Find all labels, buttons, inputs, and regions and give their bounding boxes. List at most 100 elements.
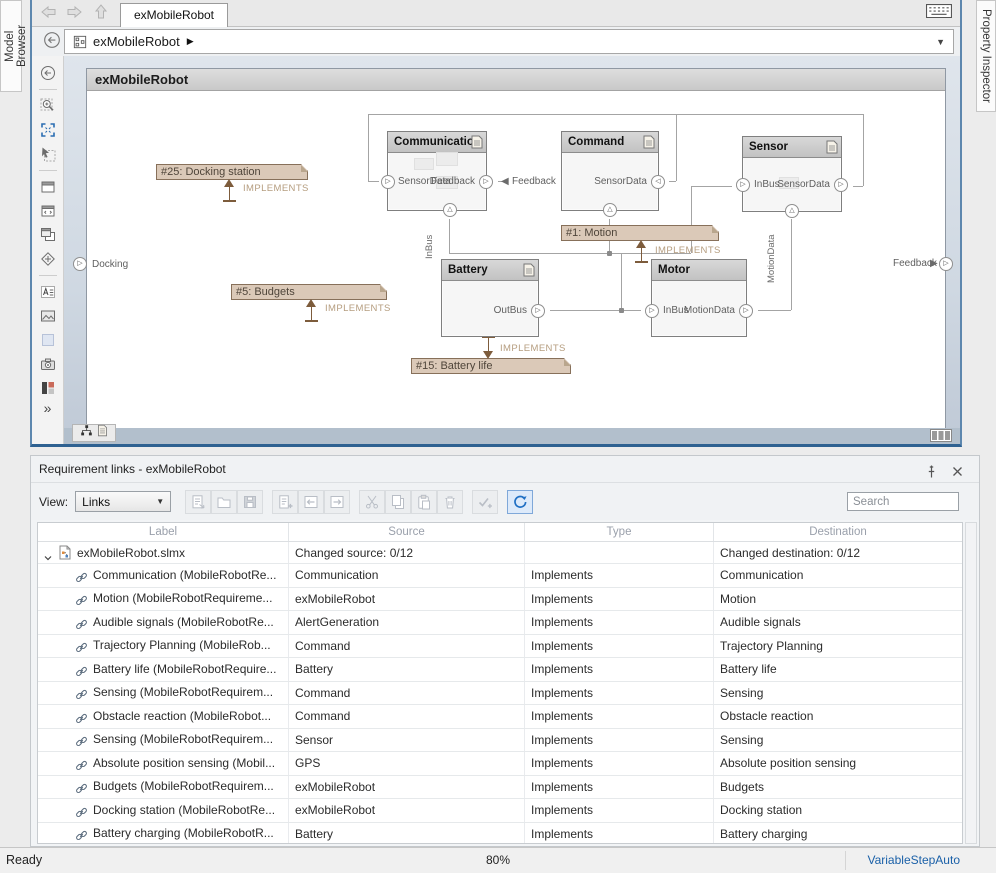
in-port-icon[interactable]: ▷ bbox=[736, 178, 750, 192]
view-switch-tab[interactable] bbox=[72, 424, 116, 442]
column-header[interactable]: Label bbox=[38, 523, 289, 541]
link-row[interactable]: Battery charging (MobileRobotR... Batter… bbox=[38, 822, 962, 843]
palette-copy-block-icon[interactable] bbox=[37, 225, 59, 244]
bus-port-icon[interactable]: △ bbox=[603, 203, 617, 217]
column-header[interactable]: Destination bbox=[714, 523, 962, 541]
requirement-annotation[interactable]: #15: Battery life bbox=[411, 358, 571, 374]
link-row[interactable]: Obstacle reaction (MobileRobot... Comman… bbox=[38, 705, 962, 729]
palette-zoom-region-icon[interactable] bbox=[37, 96, 59, 115]
in-port-icon[interactable]: ◁ bbox=[651, 175, 665, 189]
palette-palette-blocks-icon[interactable] bbox=[37, 379, 59, 398]
link-row[interactable]: Trajectory Planning (MobileRob... Comman… bbox=[38, 634, 962, 658]
in-port-icon[interactable]: ▷ bbox=[645, 304, 659, 318]
new-link-set-button[interactable] bbox=[185, 489, 212, 514]
search-input[interactable] bbox=[847, 492, 959, 511]
link-row[interactable]: Sensing (MobileRobotRequirem... Command … bbox=[38, 681, 962, 705]
hierarchy-view-icon[interactable] bbox=[80, 424, 93, 442]
out-port-icon[interactable]: ▷ bbox=[739, 304, 753, 318]
link-label: Communication (MobileRobotRe... bbox=[93, 567, 277, 582]
out-port-icon[interactable]: ▷ bbox=[479, 175, 493, 189]
boundary-in-port-icon[interactable]: ▷ bbox=[73, 257, 87, 271]
document-tab[interactable]: exMobileRobot bbox=[120, 3, 228, 27]
requirement-annotation[interactable]: #5: Budgets bbox=[231, 284, 387, 300]
palette-annotation-text-icon[interactable] bbox=[37, 282, 59, 301]
link-row[interactable]: Battery life (MobileRobotRequire... Batt… bbox=[38, 658, 962, 682]
forward-icon[interactable] bbox=[65, 5, 85, 21]
delete-button[interactable] bbox=[437, 489, 464, 514]
link-type: Implements bbox=[525, 658, 714, 681]
palette-image-icon[interactable] bbox=[37, 306, 59, 325]
palette-code-block-icon[interactable] bbox=[37, 201, 59, 220]
view-dropdown[interactable]: Links ▼ bbox=[75, 491, 172, 512]
open-button[interactable] bbox=[211, 489, 238, 514]
up-icon[interactable] bbox=[92, 4, 112, 21]
status-solver[interactable]: VariableStepAuto bbox=[867, 853, 960, 867]
add-requirement-button[interactable] bbox=[272, 489, 299, 514]
diagram-canvas[interactable]: exMobileRobot InBus MotionData #25: Dock… bbox=[64, 56, 960, 444]
spec-doc-icon bbox=[471, 135, 483, 149]
close-icon[interactable] bbox=[950, 462, 965, 477]
palette-select-region-icon[interactable] bbox=[37, 144, 59, 163]
in-port-icon[interactable]: ▷ bbox=[381, 175, 395, 189]
link-row[interactable]: Budgets (MobileRobotRequirem... exMobile… bbox=[38, 775, 962, 799]
cut-button[interactable] bbox=[359, 489, 386, 514]
link-row[interactable]: Absolute position sensing (Mobil... GPS … bbox=[38, 752, 962, 776]
page-title: exMobileRobot bbox=[87, 69, 945, 91]
link-row[interactable]: Communication (MobileRobotRe... Communic… bbox=[38, 564, 962, 588]
copy-button[interactable] bbox=[385, 489, 412, 514]
link-row[interactable]: Docking station (MobileRobotRe... exMobi… bbox=[38, 799, 962, 823]
table-scrollbar[interactable] bbox=[965, 522, 977, 844]
palette-camera-icon[interactable] bbox=[37, 355, 59, 374]
out-port-icon[interactable]: ▷ bbox=[531, 304, 545, 318]
save-button[interactable] bbox=[237, 489, 264, 514]
link-source: GPS bbox=[289, 752, 525, 775]
pin-icon[interactable] bbox=[924, 462, 939, 478]
palette-expand-icon[interactable]: » bbox=[44, 400, 52, 416]
promote-button[interactable] bbox=[298, 489, 325, 514]
table-root-row[interactable]: exMobileRobot.slmx Changed source: 0/12 … bbox=[38, 542, 962, 564]
link-icon bbox=[75, 827, 88, 841]
component-command[interactable]: Command SensorData ◁ △ bbox=[561, 131, 665, 217]
add-link-button[interactable] bbox=[472, 489, 499, 514]
component-communication[interactable]: Communication SensorData Feedback ▷ ▷ △ bbox=[381, 131, 493, 217]
bus-port-icon[interactable]: △ bbox=[785, 204, 799, 218]
keyboard-icon[interactable] bbox=[926, 4, 952, 20]
link-row[interactable]: Motion (MobileRobotRequireme... exMobile… bbox=[38, 587, 962, 611]
property-inspector-tab[interactable]: Property Inspector bbox=[976, 0, 996, 112]
column-header[interactable]: Source bbox=[289, 523, 525, 541]
panel-layout-icon[interactable] bbox=[930, 429, 952, 442]
component-battery[interactable]: Battery OutBus ▷ bbox=[441, 259, 545, 337]
breadcrumb[interactable]: exMobileRobot ▶ ▼ bbox=[64, 29, 954, 54]
component-sensor[interactable]: Sensor InBus SensorData ▷ ▷ △ bbox=[736, 136, 848, 218]
link-row[interactable]: Sensing (MobileRobotRequirem... Sensor I… bbox=[38, 728, 962, 752]
link-row[interactable]: Audible signals (MobileRobotRe... AlertG… bbox=[38, 611, 962, 635]
component-motor[interactable]: Motor InBus MotionData ▷ ▷ bbox=[645, 259, 753, 337]
breadcrumb-item[interactable]: exMobileRobot bbox=[93, 34, 180, 49]
dropdown-caret-icon: ▼ bbox=[156, 497, 165, 506]
requirement-annotation[interactable]: #1: Motion bbox=[561, 225, 719, 241]
collapse-chevron-icon[interactable] bbox=[43, 548, 53, 560]
model-browser-tab[interactable]: Model Browser bbox=[0, 0, 28, 92]
palette-area-icon[interactable] bbox=[37, 250, 59, 269]
palette-show-browser-icon[interactable] bbox=[37, 64, 59, 83]
link-source: Sensor bbox=[289, 728, 525, 751]
bus-port-icon[interactable]: △ bbox=[443, 203, 457, 217]
hide-address-icon[interactable] bbox=[43, 31, 61, 49]
out-port-icon[interactable]: ▷ bbox=[834, 178, 848, 192]
breadcrumb-caret-icon[interactable]: ▶ bbox=[187, 36, 194, 47]
boundary-out-port-icon[interactable]: ▷ bbox=[939, 257, 953, 271]
requirement-annotation[interactable]: #25: Docking station bbox=[156, 164, 308, 180]
refresh-button[interactable] bbox=[507, 489, 534, 514]
palette-fit-view-icon[interactable] bbox=[37, 120, 59, 139]
breadcrumb-dropdown-icon[interactable]: ▼ bbox=[936, 37, 945, 47]
link-icon bbox=[75, 639, 88, 653]
link-label: Trajectory Planning (MobileRob... bbox=[93, 638, 271, 653]
paste-button[interactable] bbox=[411, 489, 438, 514]
document-view-icon[interactable] bbox=[96, 424, 109, 442]
editor-palette: » bbox=[32, 56, 64, 444]
back-icon[interactable] bbox=[40, 5, 60, 21]
demote-button[interactable] bbox=[324, 489, 351, 514]
column-header[interactable]: Type bbox=[525, 523, 714, 541]
palette-blank-box-icon[interactable] bbox=[37, 330, 59, 349]
palette-subsystem-icon[interactable] bbox=[37, 177, 59, 196]
